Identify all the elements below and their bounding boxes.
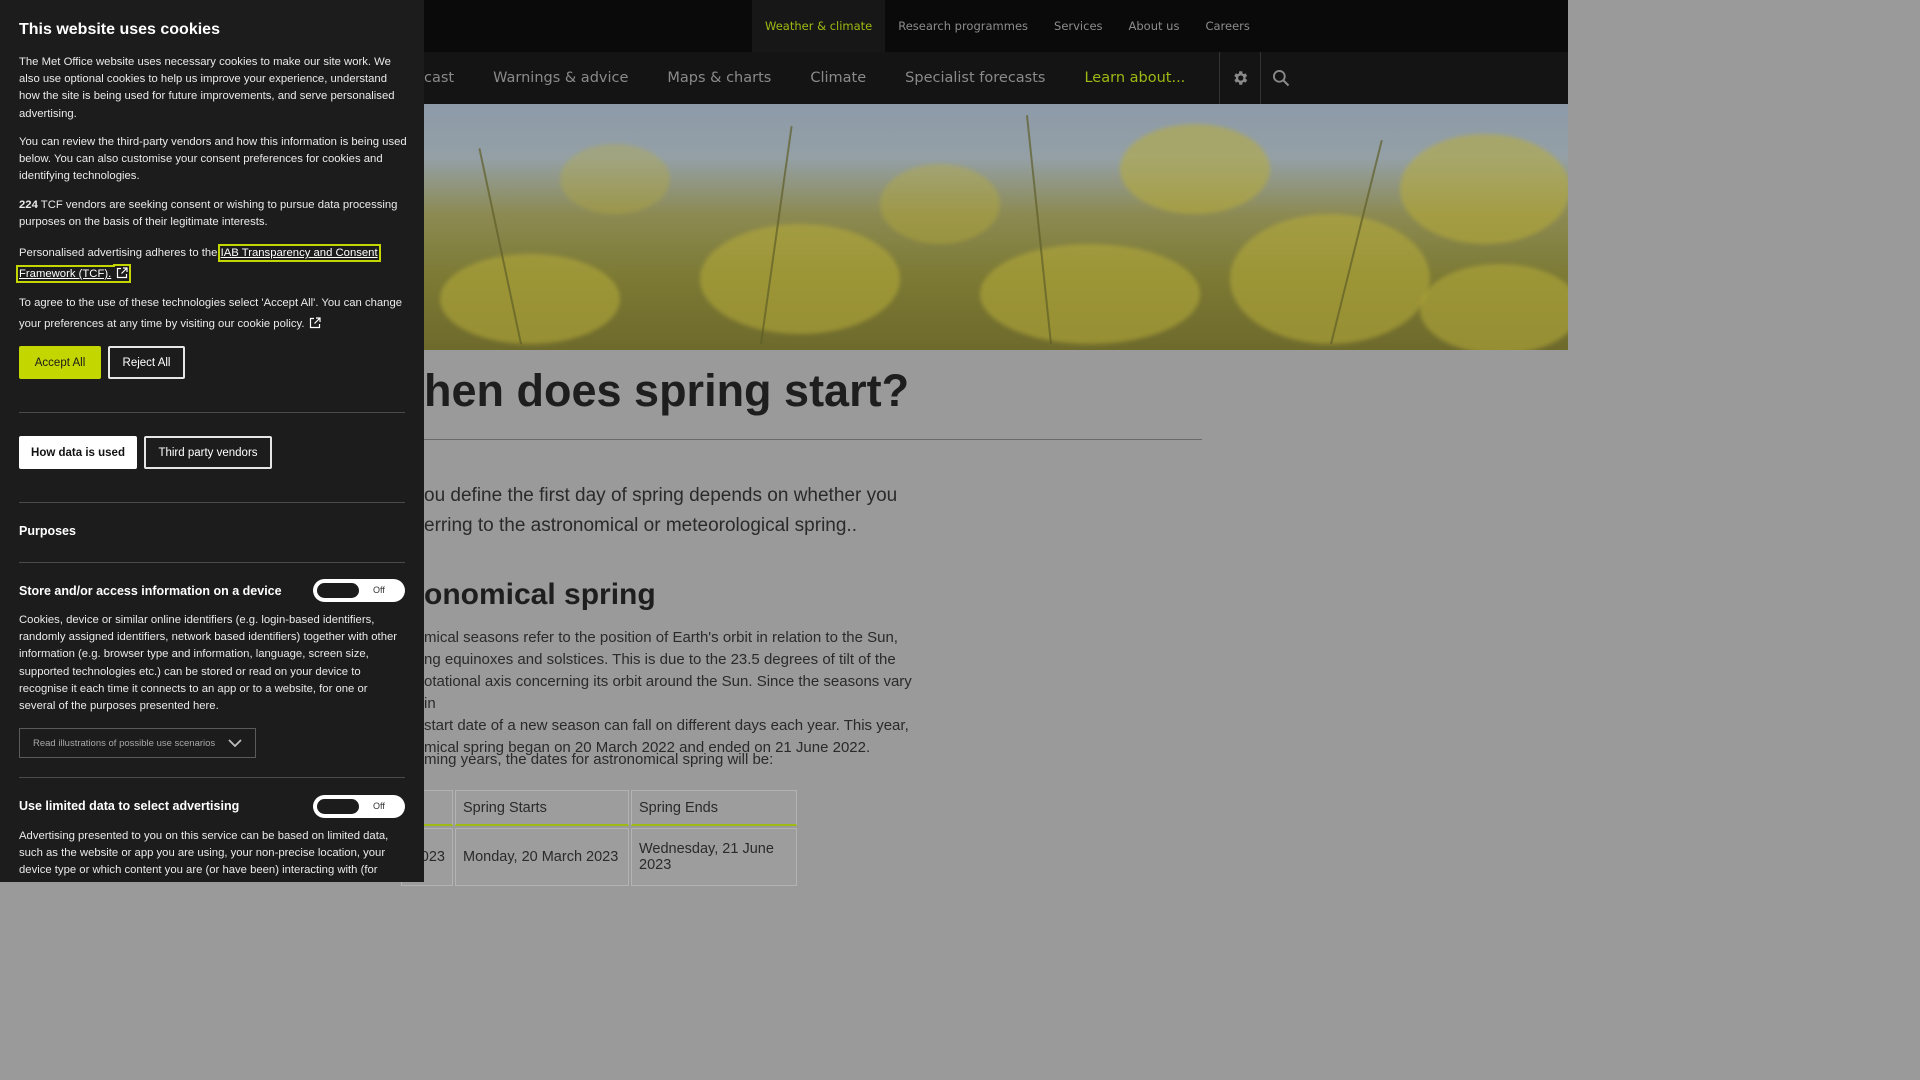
cookie-vendors-info: You can review the third-party vendors a… <box>19 136 407 183</box>
cookie-title: This website uses cookies <box>19 21 220 38</box>
cookie-intro: The Met Office website uses necessary co… <box>19 56 395 120</box>
purpose-limited-ads-toggle[interactable]: Off <box>313 795 405 818</box>
divider <box>19 562 405 563</box>
external-link-icon[interactable] <box>309 317 322 329</box>
top-nav: Weather & climate Research programmes Se… <box>752 0 1263 52</box>
divider <box>19 777 405 778</box>
page-title: hen does spring start? <box>424 365 910 416</box>
accept-all-button[interactable]: Accept All <box>19 346 101 379</box>
article-intro: ou define the first day of spring depend… <box>424 485 898 536</box>
cookie-tcf-count: 224 TCF vendors are seeking consent or w… <box>19 199 398 229</box>
table-intro: ming years, the dates for astronomical s… <box>424 751 774 768</box>
toggle-knob <box>317 799 359 814</box>
main-nav-forecast[interactable]: cast <box>424 52 454 104</box>
tab-how-data-is-used[interactable]: How data is used <box>19 436 137 469</box>
settings-button[interactable] <box>1219 52 1260 104</box>
top-nav-careers[interactable]: Careers <box>1192 0 1262 52</box>
divider <box>19 412 405 413</box>
table-cell: Monday, 20 March 2023 <box>455 828 629 886</box>
cookie-agree-info: To agree to the use of these technologie… <box>19 297 403 330</box>
section-heading: onomical spring <box>424 578 656 611</box>
cookie-tcf-info: Personalised advertising adheres to the … <box>16 244 381 283</box>
table-cell: Wednesday, 21 June 2023 <box>631 828 797 886</box>
main-nav-specialist[interactable]: Specialist forecasts <box>905 52 1045 104</box>
reject-all-button[interactable]: Reject All <box>108 346 185 379</box>
main-nav-climate[interactable]: Climate <box>810 52 866 104</box>
search-button[interactable] <box>1260 52 1301 104</box>
chevron-down-icon <box>228 739 242 748</box>
table-header: Spring Starts <box>455 790 629 826</box>
main-nav-warnings[interactable]: Warnings & advice <box>493 52 628 104</box>
cookie-consent-panel: This website uses cookies The Met Office… <box>0 0 424 882</box>
top-nav-about[interactable]: About us <box>1116 0 1193 52</box>
toggle-label: Off <box>373 801 385 811</box>
toggle-knob <box>317 583 359 598</box>
gear-icon <box>1234 71 1248 85</box>
toggle-label: Off <box>373 585 385 595</box>
purpose-store-access-title: Store and/or access information on a dev… <box>19 584 282 598</box>
purpose-store-access-toggle[interactable]: Off <box>313 579 405 602</box>
top-nav-weather-climate[interactable]: Weather & climate <box>752 0 886 52</box>
use-scenarios-label: Read illustrations of possible use scena… <box>33 737 216 749</box>
vendor-count: 224 <box>19 199 38 211</box>
main-nav-learn-about[interactable]: Learn about... <box>1084 52 1185 104</box>
divider <box>19 502 405 503</box>
main-nav-maps[interactable]: Maps & charts <box>667 52 771 104</box>
main-nav: cast Warnings & advice Maps & charts Cli… <box>424 52 1224 104</box>
tab-third-party-vendors[interactable]: Third party vendors <box>144 436 272 469</box>
purpose-store-access-desc: Cookies, device or similar online identi… <box>19 614 398 713</box>
purpose-limited-ads-desc: Advertising presented to you on this ser… <box>19 830 389 877</box>
spring-dates-table: Spring Starts Spring Ends 023 Monday, 20… <box>399 788 799 888</box>
top-nav-services[interactable]: Services <box>1041 0 1116 52</box>
table-row: 023 Monday, 20 March 2023 Wednesday, 21 … <box>401 828 797 886</box>
purposes-heading: Purposes <box>19 524 76 538</box>
purpose-limited-ads-title: Use limited data to select advertising <box>19 799 240 813</box>
title-divider <box>424 439 1202 440</box>
external-link-icon <box>117 267 128 279</box>
search-icon <box>1273 70 1290 87</box>
use-scenarios-dropdown[interactable]: Read illustrations of possible use scena… <box>19 728 256 758</box>
table-header: Spring Ends <box>631 790 797 826</box>
article-body: mical seasons refer to the position of E… <box>424 629 912 756</box>
top-nav-research[interactable]: Research programmes <box>885 0 1041 52</box>
